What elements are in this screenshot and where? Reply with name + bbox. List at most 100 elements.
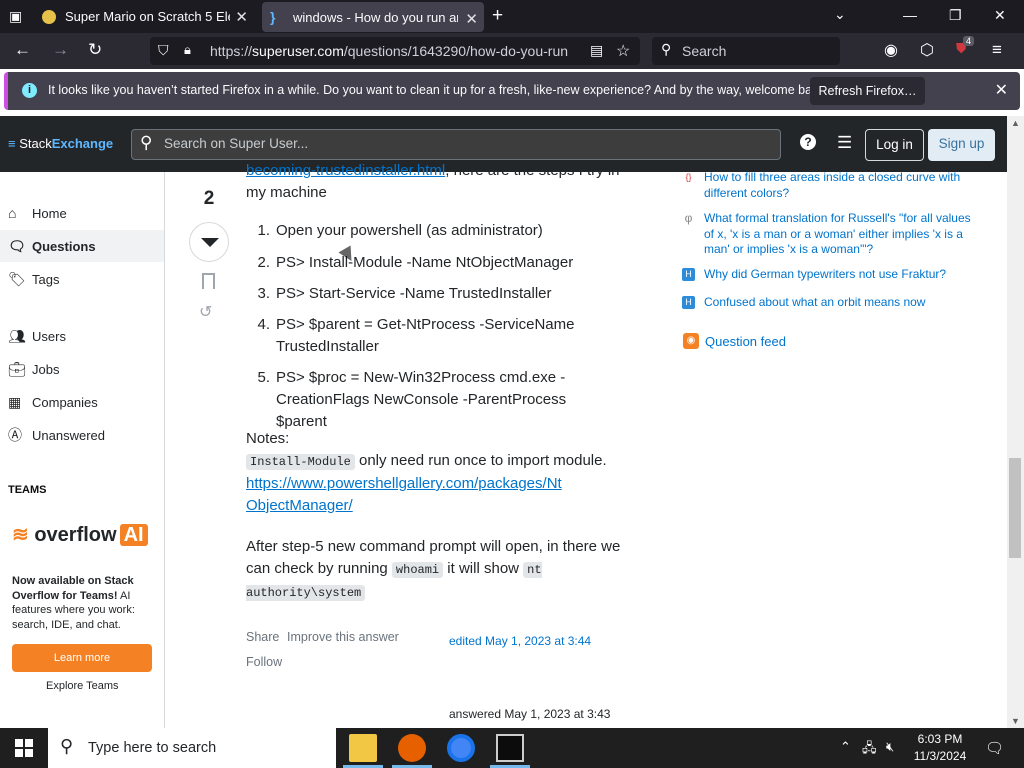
hot-question-link[interactable]: Confused about what an orbit means now — [704, 295, 972, 311]
list-item: 4. PS> $parent = Get-NtProcess -ServiceNa… — [246, 314, 586, 358]
hot-question-item[interactable]: {} How to fill three areas inside a close… — [680, 170, 972, 202]
url-path: /questions/1643290/how-do-you-run — [343, 43, 569, 59]
menu-icon[interactable]: ≡ — [992, 40, 1002, 60]
taskbar-search-box[interactable]: ⚲ Type here to search — [48, 728, 336, 768]
firefox-icon[interactable] — [398, 734, 426, 762]
scrollbar-thumb[interactable] — [1009, 458, 1021, 558]
hot-question-item[interactable]: φ What formal translation for Russell's "… — [680, 211, 972, 259]
web-search-field[interactable]: ⚲ Search — [652, 37, 840, 65]
address-bar[interactable]: ⛉ 🔒︎ https://superuser.com/questions/164… — [150, 37, 640, 65]
signup-button[interactable]: Sign up — [928, 129, 995, 161]
forward-icon[interactable]: → — [52, 40, 69, 60]
tab-superuser[interactable]: } windows - How do you run an elevated ✕ — [262, 2, 484, 32]
account-icon[interactable]: ◉ — [884, 40, 898, 60]
sidebar-item-unanswered[interactable]: Ⓐ Unanswered — [8, 424, 105, 446]
superuser-favicon-icon: } — [270, 9, 276, 25]
back-icon[interactable]: ← — [14, 40, 31, 60]
bookmark-icon[interactable] — [202, 273, 215, 289]
shield-icon[interactable]: ⛉ — [158, 42, 169, 59]
list-item: 2. PS> Install-Module -Name NtObjectManag… — [246, 252, 573, 274]
answer-intro: becoming-trustedinstaller.html, here are… — [246, 160, 636, 204]
tex-site-icon: {} — [685, 172, 692, 182]
tab-super-mario[interactable]: Super Mario on Scratch 5 Elevated ✕ — [34, 0, 254, 33]
powershell-gallery-link[interactable]: https://www.powershellgallery.com/packag… — [246, 475, 562, 514]
url-host: superuser.com — [252, 43, 344, 59]
learn-more-button[interactable]: Learn more — [12, 644, 152, 672]
question-feed-link[interactable]: ◉ Question feed — [683, 333, 786, 349]
new-tab-icon[interactable]: + — [492, 5, 503, 27]
follow-link[interactable]: Follow — [246, 655, 282, 669]
ai-word: AI — [119, 524, 148, 546]
scratch-favicon-icon — [42, 9, 56, 24]
downvote-button[interactable] — [189, 222, 229, 262]
users-icon: 👥︎ — [8, 327, 26, 344]
rss-icon: ◉ — [683, 333, 699, 349]
close-tab-icon[interactable]: ✕ — [235, 8, 248, 26]
windows-start-icon[interactable] — [15, 739, 33, 757]
hot-question-link[interactable]: What formal translation for Russell's "f… — [704, 211, 972, 258]
scroll-down-icon[interactable]: ▼ — [1011, 716, 1020, 726]
history-site-icon: H — [682, 268, 695, 281]
file-explorer-icon[interactable] — [349, 734, 377, 762]
volume-muted-icon[interactable]: 🔇︎ — [886, 739, 894, 755]
close-window-icon[interactable]: ✕ — [994, 7, 1006, 24]
step-number: 5. — [257, 369, 270, 386]
show-hidden-icons-icon[interactable]: ⌃ — [840, 739, 851, 755]
sidebar-item-label: Companies — [32, 394, 98, 410]
extensions-icon[interactable]: ⬡ — [920, 40, 934, 60]
sidebar-item-home[interactable]: ⌂ Home — [8, 202, 67, 224]
site-search-placeholder: Search on Super User... — [164, 136, 309, 151]
refresh-firefox-button[interactable]: Refresh Firefox… — [810, 77, 925, 105]
site-search-input[interactable]: ⚲ Search on Super User... — [131, 129, 781, 160]
windows-taskbar: ⚲ Type here to search ⌃ 🖧︎ 🔇︎ 6:03 PM 11… — [0, 728, 1024, 768]
tab-list-icon[interactable]: ▣ — [9, 8, 22, 25]
reader-view-icon[interactable]: ▤ — [590, 42, 603, 59]
sidebar-item-jobs[interactable]: 💼︎ Jobs — [8, 358, 59, 380]
restore-icon[interactable]: ❐ — [949, 7, 962, 24]
sidebar-item-questions[interactable]: 🗨︎ Questions — [0, 230, 164, 262]
network-icon[interactable]: 🖧︎ — [862, 739, 877, 761]
chrome-icon[interactable] — [447, 734, 475, 762]
site-switcher-icon[interactable]: ☰ — [837, 133, 852, 153]
history-icon[interactable]: ↺ — [199, 302, 212, 322]
hot-question-item[interactable]: H Confused about what an orbit means now — [680, 295, 972, 311]
bookmark-star-icon[interactable]: ☆ — [616, 41, 630, 61]
lock-icon[interactable]: 🔒︎ — [184, 42, 191, 58]
overflow-ai-logo: ≋ overflow AI — [12, 522, 148, 547]
login-button[interactable]: Log in — [865, 129, 924, 161]
scroll-up-icon[interactable]: ▲ — [1011, 118, 1020, 128]
list-all-tabs-icon[interactable]: ⌄ — [834, 6, 846, 23]
answer-notes: Notes: Install-Module only need run once… — [246, 428, 636, 517]
sidebar-item-companies[interactable]: ▦ Companies — [8, 391, 98, 413]
close-notification-icon[interactable]: ✕ — [995, 80, 1008, 100]
hot-question-link[interactable]: Why did German typewriters not use Frakt… — [704, 267, 972, 283]
improve-answer-link[interactable]: Improve this answer — [287, 630, 399, 644]
source-link[interactable]: becoming-trustedinstaller.html — [246, 162, 445, 179]
notifications-icon[interactable]: 🗨︎ — [985, 739, 1004, 757]
sidebar-item-users[interactable]: 👥︎ Users — [8, 325, 66, 347]
hot-question-link[interactable]: How to fill three areas inside a closed … — [704, 170, 972, 201]
page-scrollbar[interactable]: ▲ ▼ — [1007, 116, 1024, 728]
edited-timestamp[interactable]: edited May 1, 2023 at 3:44 — [449, 634, 591, 648]
close-tab-icon[interactable]: ✕ — [465, 10, 478, 28]
teams-promo-text: Now available on Stack Overflow for Team… — [12, 574, 157, 632]
terminal-icon[interactable] — [496, 734, 524, 762]
help-icon[interactable]: ? — [800, 134, 816, 150]
inline-code: whoami — [391, 562, 444, 578]
overflow-word: overflow — [34, 524, 117, 546]
clock-time: 6:03 PM — [917, 732, 963, 746]
sidebar-item-tags[interactable]: 🏷︎ Tags — [8, 268, 59, 290]
step-text: PS> $parent = Get-NtProcess -ServiceName… — [276, 316, 575, 355]
reload-icon[interactable]: ↻ — [88, 40, 102, 60]
hot-question-item[interactable]: H Why did German typewriters not use Frak… — [680, 267, 972, 283]
stackexchange-logo[interactable]: ≡ StackExchange — [8, 136, 113, 151]
share-link[interactable]: Share — [246, 630, 279, 644]
taskbar-search-placeholder: Type here to search — [88, 740, 217, 756]
taskbar-clock[interactable]: 6:03 PM 11/3/2024 — [905, 731, 975, 765]
step-text: Open your powershell (as administrator) — [276, 222, 543, 239]
firefox-notification-bar: i It looks like you haven’t started Fire… — [4, 72, 1020, 110]
left-sidebar: ⌂ Home 🗨︎ Questions 🏷︎ Tags 👥︎ Users 💼︎ Jobs … — [0, 172, 165, 728]
sidebar-item-label: Jobs — [32, 361, 60, 377]
minimize-icon[interactable]: — — [903, 7, 917, 23]
explore-teams-link[interactable]: Explore Teams — [46, 680, 119, 692]
